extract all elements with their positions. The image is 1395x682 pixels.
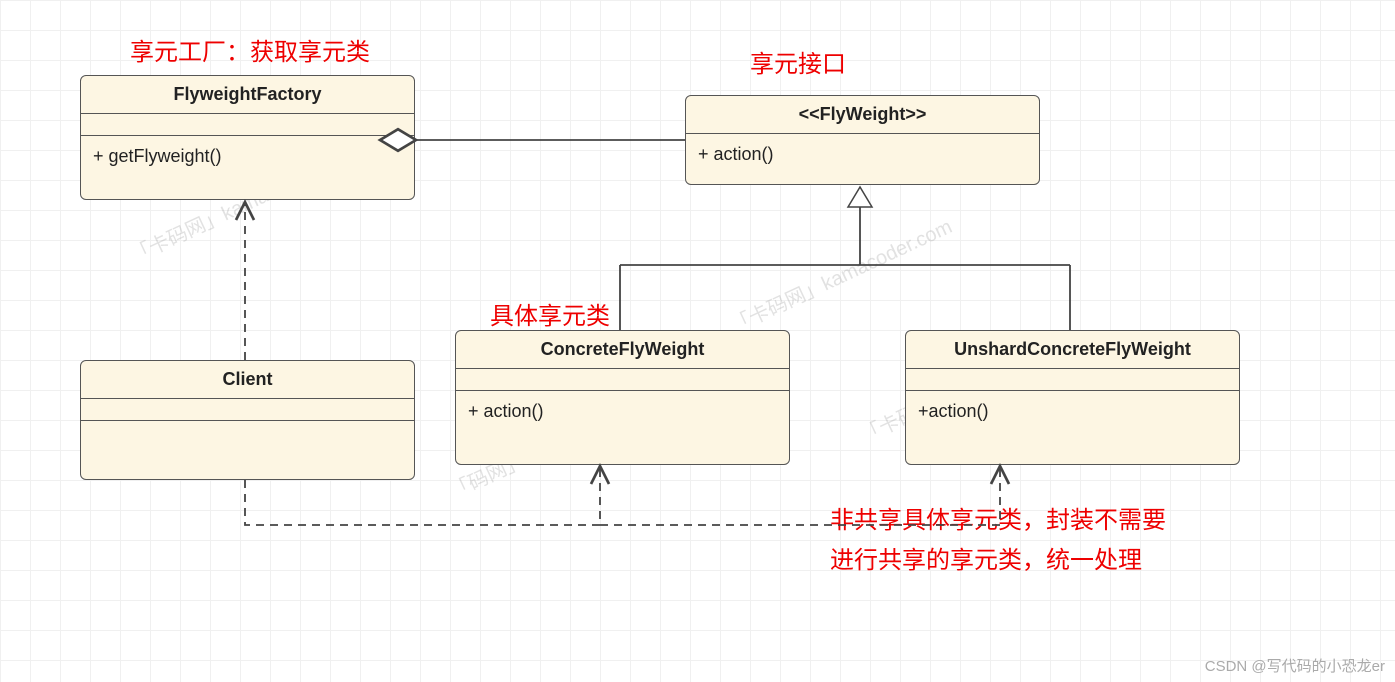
box-attr-section bbox=[81, 399, 414, 421]
label-concrete: 具体享元类 bbox=[490, 296, 610, 331]
label-unshared-line2: 进行共享的享元类，统一处理 bbox=[830, 540, 1142, 575]
credit-text: CSDN @写代码的小恐龙er bbox=[1205, 655, 1385, 676]
box-title: FlyweightFactory bbox=[81, 76, 414, 114]
box-unshared-concrete-flyweight: UnshardConcreteFlyWeight +action() bbox=[905, 330, 1240, 465]
box-method: + getFlyweight() bbox=[81, 136, 414, 199]
box-client: Client bbox=[80, 360, 415, 480]
box-title: ConcreteFlyWeight bbox=[456, 331, 789, 369]
box-flyweight-interface: <<FlyWeight>> + action() bbox=[685, 95, 1040, 185]
box-attr-section bbox=[456, 369, 789, 391]
box-method bbox=[81, 421, 414, 479]
box-method: + action() bbox=[456, 391, 789, 464]
label-unshared-line1: 非共享具体享元类，封装不需要 bbox=[830, 500, 1166, 535]
box-title: <<FlyWeight>> bbox=[686, 96, 1039, 134]
box-concrete-flyweight: ConcreteFlyWeight + action() bbox=[455, 330, 790, 465]
box-flyweight-factory: FlyweightFactory + getFlyweight() bbox=[80, 75, 415, 200]
label-factory: 享元工厂：获取享元类 bbox=[130, 32, 370, 67]
label-interface: 享元接口 bbox=[750, 44, 846, 79]
box-attr-section bbox=[81, 114, 414, 136]
box-title: Client bbox=[81, 361, 414, 399]
box-method: + action() bbox=[686, 134, 1039, 184]
box-attr-section bbox=[906, 369, 1239, 391]
box-method: +action() bbox=[906, 391, 1239, 464]
box-title: UnshardConcreteFlyWeight bbox=[906, 331, 1239, 369]
